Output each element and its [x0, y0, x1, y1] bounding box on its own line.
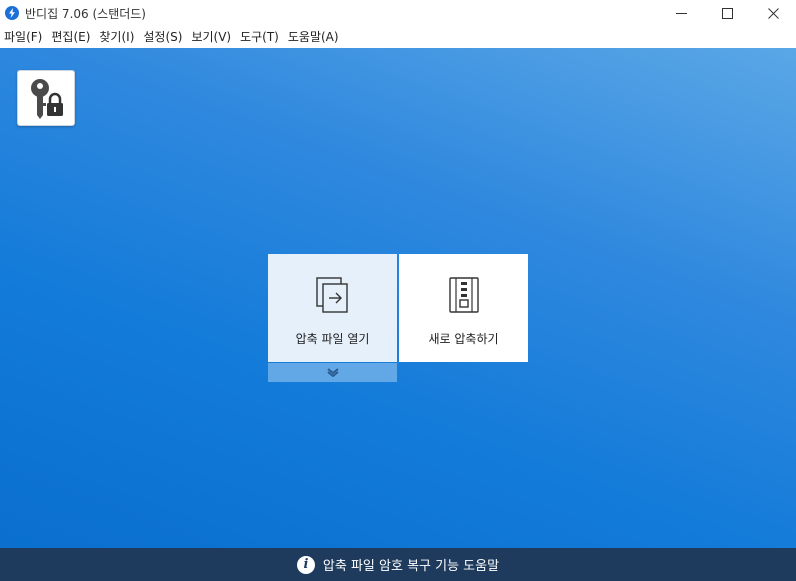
menu-tools[interactable]: 도구(T): [236, 26, 284, 48]
password-recovery-button[interactable]: [17, 70, 75, 126]
menu-settings[interactable]: 설정(S): [139, 26, 187, 48]
open-archive-label: 압축 파일 열기: [295, 332, 370, 346]
minimize-button[interactable]: [658, 0, 704, 26]
key-lock-icon: [31, 79, 63, 119]
maximize-button[interactable]: [704, 0, 750, 26]
menu-find[interactable]: 찾기(I): [95, 26, 139, 48]
close-button[interactable]: [750, 0, 796, 26]
menu-view[interactable]: 보기(V): [187, 26, 236, 48]
title-bar: 반디집 7.06 (스탠더드): [0, 0, 796, 26]
menu-file[interactable]: 파일(F): [0, 26, 47, 48]
bandizip-logo-icon: [5, 6, 19, 20]
status-bar[interactable]: i 압축 파일 암호 복구 기능 도움말: [0, 548, 796, 581]
menu-help[interactable]: 도움말(A): [284, 26, 344, 48]
open-archive-button[interactable]: 압축 파일 열기: [268, 254, 397, 362]
maximize-icon: [721, 7, 733, 19]
menu-bar: 파일(F) 편집(E) 찾기(I) 설정(S) 보기(V) 도구(T) 도움말(…: [0, 26, 796, 48]
chevron-down-icon: [326, 368, 339, 377]
open-archive-dropdown[interactable]: [268, 363, 397, 382]
new-archive-button[interactable]: 새로 압축하기: [399, 254, 528, 362]
info-icon: i: [296, 555, 315, 574]
window-controls: [658, 0, 796, 26]
window-title: 반디집 7.06 (스탠더드): [25, 6, 146, 21]
main-workspace: 압축 파일 열기 새로 압축하기: [0, 48, 796, 548]
minimize-icon: [675, 12, 687, 14]
zip-archive-icon: [448, 277, 479, 313]
close-icon: [767, 7, 779, 19]
new-archive-label: 새로 압축하기: [428, 332, 499, 346]
help-link[interactable]: 압축 파일 암호 복구 기능 도움말: [323, 555, 499, 574]
open-archive-icon: [315, 277, 348, 313]
menu-edit[interactable]: 편집(E): [47, 26, 95, 48]
